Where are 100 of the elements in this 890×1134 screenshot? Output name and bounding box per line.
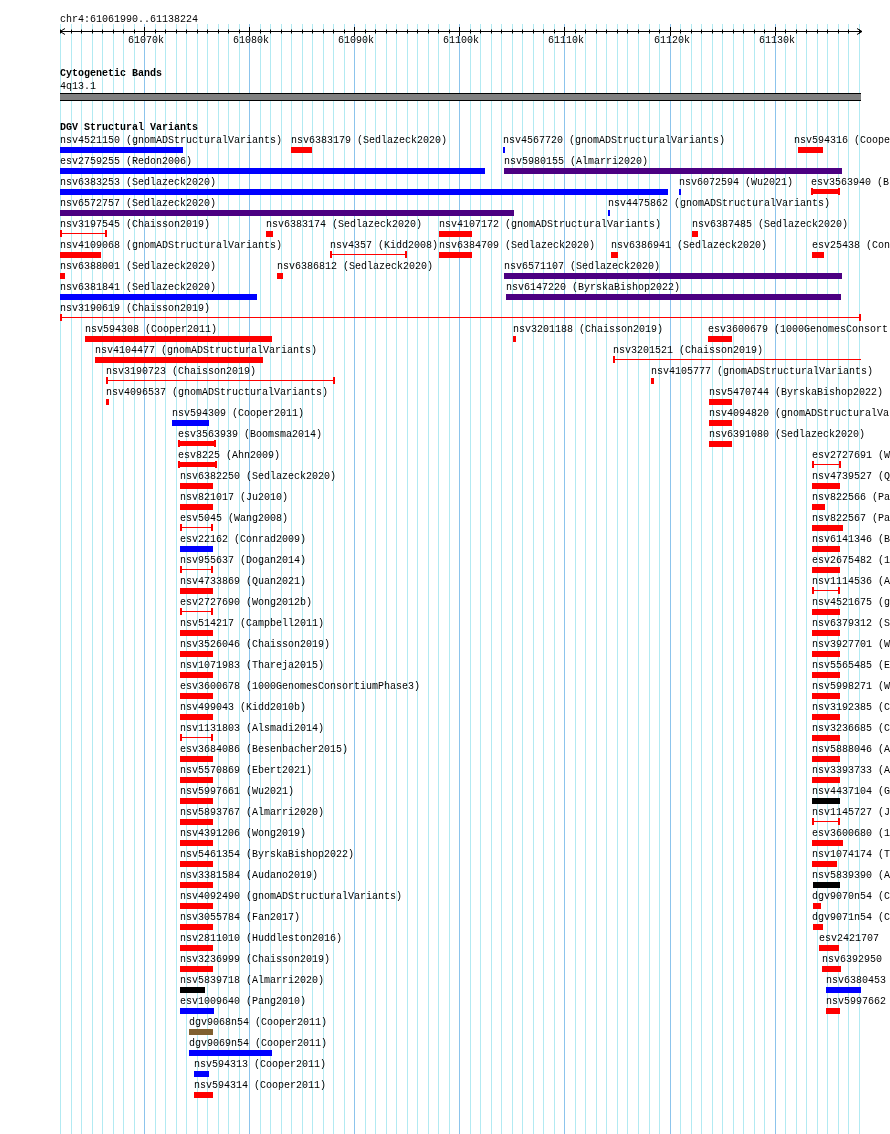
variant-label[interactable]: dgv9069n54 (Cooper2011) xyxy=(189,1038,328,1049)
variant-label[interactable]: nsv3055784 (Fan2017) xyxy=(180,912,301,923)
variant-label[interactable]: nsv4567720 (gnomADStructuralVariants) xyxy=(503,135,726,146)
variant-label[interactable]: esv8225 (Ahn2009) xyxy=(178,450,281,461)
variant-label[interactable]: nsv6386941 (Sedlazeck2020) xyxy=(611,240,768,251)
variant-label[interactable]: esv2421707 xyxy=(819,933,879,944)
variant-label[interactable]: nsv3236685 (C xyxy=(812,723,890,734)
variant-span[interactable] xyxy=(106,377,335,384)
variant-span[interactable] xyxy=(180,734,213,741)
variant-label[interactable]: nsv4107172 (gnomADStructuralVariants) xyxy=(439,219,662,230)
variant-label[interactable]: esv3563939 (Boomsma2014) xyxy=(178,429,323,440)
variant-label[interactable]: nsv5997662 xyxy=(826,996,886,1007)
variant-label[interactable]: nsv6383174 (Sedlazeck2020) xyxy=(266,219,423,230)
variant-span[interactable] xyxy=(180,566,213,573)
variant-label[interactable]: nsv5470744 (ByrskaBishop2022) xyxy=(709,387,884,398)
variant-label[interactable]: nsv6382250 (Sedlazeck2020) xyxy=(180,471,337,482)
variant-label[interactable]: nsv3381584 (Audano2019) xyxy=(180,870,319,881)
variant-label[interactable]: nsv3393733 (A xyxy=(812,765,890,776)
variant-label[interactable]: nsv6571107 (Sedlazeck2020) xyxy=(504,261,661,272)
variant-label[interactable]: nsv4092490 (gnomADStructuralVariants) xyxy=(180,891,403,902)
variant-label[interactable]: nsv4739527 (Q xyxy=(812,471,890,482)
variant-label[interactable]: nsv1145727 (J xyxy=(812,807,890,818)
variant-label[interactable]: nsv1074174 (T xyxy=(812,849,890,860)
variant-label[interactable]: nsv6380453 xyxy=(826,975,886,986)
variant-label[interactable]: nsv6388001 (Sedlazeck2020) xyxy=(60,261,217,272)
variant-span[interactable] xyxy=(330,251,407,258)
variant-label[interactable]: nsv4733869 (Quan2021) xyxy=(180,576,307,587)
variant-label[interactable]: nsv4104477 (gnomADStructuralVariants) xyxy=(95,345,318,356)
variant-label[interactable]: nsv6147220 (ByrskaBishop2022) xyxy=(506,282,681,293)
variant-label[interactable]: nsv5998271 (W xyxy=(812,681,890,692)
variant-label[interactable]: dgv9071n54 (C xyxy=(812,912,890,923)
variant-span[interactable] xyxy=(812,461,841,468)
variant-label[interactable]: nsv6383253 (Sedlazeck2020) xyxy=(60,177,217,188)
variant-label[interactable]: nsv3201521 (Chaisson2019) xyxy=(613,345,764,356)
variant-label[interactable]: nsv3526046 (Chaisson2019) xyxy=(180,639,331,650)
variant-label[interactable]: nsv5461354 (ByrskaBishop2022) xyxy=(180,849,355,860)
variant-label[interactable]: nsv1131803 (Alsmadi2014) xyxy=(180,723,325,734)
variant-label[interactable]: nsv1071983 (Thareja2015) xyxy=(180,660,325,671)
variant-label[interactable]: esv3600680 (1 xyxy=(812,828,890,839)
variant-label[interactable]: nsv5839390 (A xyxy=(812,870,890,881)
variant-label[interactable]: nsv821017 (Ju2010) xyxy=(180,492,289,503)
variant-label[interactable]: nsv6383179 (Sedlazeck2020) xyxy=(291,135,448,146)
variant-label[interactable]: esv2759255 (Redon2006) xyxy=(60,156,193,167)
variant-label[interactable]: esv2727690 (Wong2012b) xyxy=(180,597,313,608)
variant-label[interactable]: nsv2811010 (Huddleston2016) xyxy=(180,933,343,944)
variant-label[interactable]: esv3600678 (1000GenomesConsortiumPhase3) xyxy=(180,681,421,692)
variant-label[interactable]: nsv6392950 xyxy=(822,954,882,965)
variant-label[interactable]: nsv6572757 (Sedlazeck2020) xyxy=(60,198,217,209)
variant-label[interactable]: nsv6387485 (Sedlazeck2020) xyxy=(692,219,849,230)
variant-label[interactable]: dgv9070n54 (C xyxy=(812,891,890,902)
variant-label[interactable]: nsv4437104 (G xyxy=(812,786,890,797)
variant-label[interactable]: nsv4096537 (gnomADStructuralVariants) xyxy=(106,387,329,398)
variant-label[interactable]: esv5045 (Wang2008) xyxy=(180,513,289,524)
variant-label[interactable]: nsv4475862 (gnomADStructuralVariants) xyxy=(608,198,831,209)
variant-label[interactable]: esv3600679 (1000GenomesConsort xyxy=(708,324,889,335)
variant-label[interactable]: nsv5980155 (Almarri2020) xyxy=(504,156,649,167)
variant-bar[interactable] xyxy=(178,461,217,468)
variant-label[interactable]: nsv3190619 (Chaisson2019) xyxy=(60,303,211,314)
variant-span[interactable] xyxy=(60,314,861,321)
variant-label[interactable]: nsv3236999 (Chaisson2019) xyxy=(180,954,331,965)
variant-label[interactable]: nsv594308 (Cooper2011) xyxy=(85,324,218,335)
variant-label[interactable]: nsv822566 (Pa xyxy=(812,492,890,503)
variant-label[interactable]: nsv3192385 (C xyxy=(812,702,890,713)
variant-label[interactable]: nsv3190723 (Chaisson2019) xyxy=(106,366,257,377)
variant-span[interactable] xyxy=(180,524,213,531)
variant-label[interactable]: nsv4391206 (Wong2019) xyxy=(180,828,307,839)
variant-label[interactable]: nsv6379312 (S xyxy=(812,618,890,629)
variant-span[interactable] xyxy=(812,818,840,825)
variant-label[interactable]: nsv5570869 (Ebert2021) xyxy=(180,765,313,776)
variant-label[interactable]: nsv5888046 (A xyxy=(812,744,890,755)
variant-label[interactable]: nsv4109068 (gnomADStructuralVariants) xyxy=(60,240,283,251)
variant-label[interactable]: esv25438 (Con xyxy=(812,240,890,251)
variant-span[interactable] xyxy=(180,608,213,615)
variant-label[interactable]: esv1009640 (Pang2010) xyxy=(180,996,307,1007)
variant-span[interactable] xyxy=(60,230,107,237)
variant-bar[interactable] xyxy=(178,440,216,447)
variant-label[interactable]: nsv594309 (Cooper2011) xyxy=(172,408,305,419)
variant-label[interactable]: nsv6072594 (Wu2021) xyxy=(679,177,794,188)
variant-label[interactable]: nsv955637 (Dogan2014) xyxy=(180,555,307,566)
variant-label[interactable]: esv2727691 (W xyxy=(812,450,890,461)
variant-span[interactable] xyxy=(812,587,840,594)
variant-label[interactable]: nsv594313 (Cooper2011) xyxy=(194,1059,327,1070)
variant-label[interactable]: nsv822567 (Pa xyxy=(812,513,890,524)
variant-label[interactable]: nsv594316 (Coope xyxy=(794,135,890,146)
variant-label[interactable]: esv2675482 (1 xyxy=(812,555,890,566)
variant-label[interactable]: nsv6141346 (B xyxy=(812,534,890,545)
variant-label[interactable]: nsv6381841 (Sedlazeck2020) xyxy=(60,282,217,293)
variant-label[interactable]: nsv3201188 (Chaisson2019) xyxy=(513,324,664,335)
variant-label[interactable]: nsv499043 (Kidd2010b) xyxy=(180,702,307,713)
variant-label[interactable]: nsv4521150 (gnomADStructuralVariants) xyxy=(60,135,283,146)
variant-label[interactable]: nsv4521675 (g xyxy=(812,597,890,608)
variant-label[interactable]: nsv6391080 (Sedlazeck2020) xyxy=(709,429,866,440)
variant-label[interactable]: nsv5997661 (Wu2021) xyxy=(180,786,295,797)
variant-label[interactable]: nsv4357 (Kidd2008) xyxy=(330,240,439,251)
variant-label[interactable]: esv3563940 (B xyxy=(811,177,889,188)
variant-label[interactable]: nsv3197545 (Chaisson2019) xyxy=(60,219,211,230)
variant-label[interactable]: esv22162 (Conrad2009) xyxy=(180,534,307,545)
variant-label[interactable]: nsv6386812 (Sedlazeck2020) xyxy=(277,261,434,272)
variant-label[interactable]: dgv9068n54 (Cooper2011) xyxy=(189,1017,328,1028)
variant-label[interactable]: esv3684086 (Besenbacher2015) xyxy=(180,744,349,755)
